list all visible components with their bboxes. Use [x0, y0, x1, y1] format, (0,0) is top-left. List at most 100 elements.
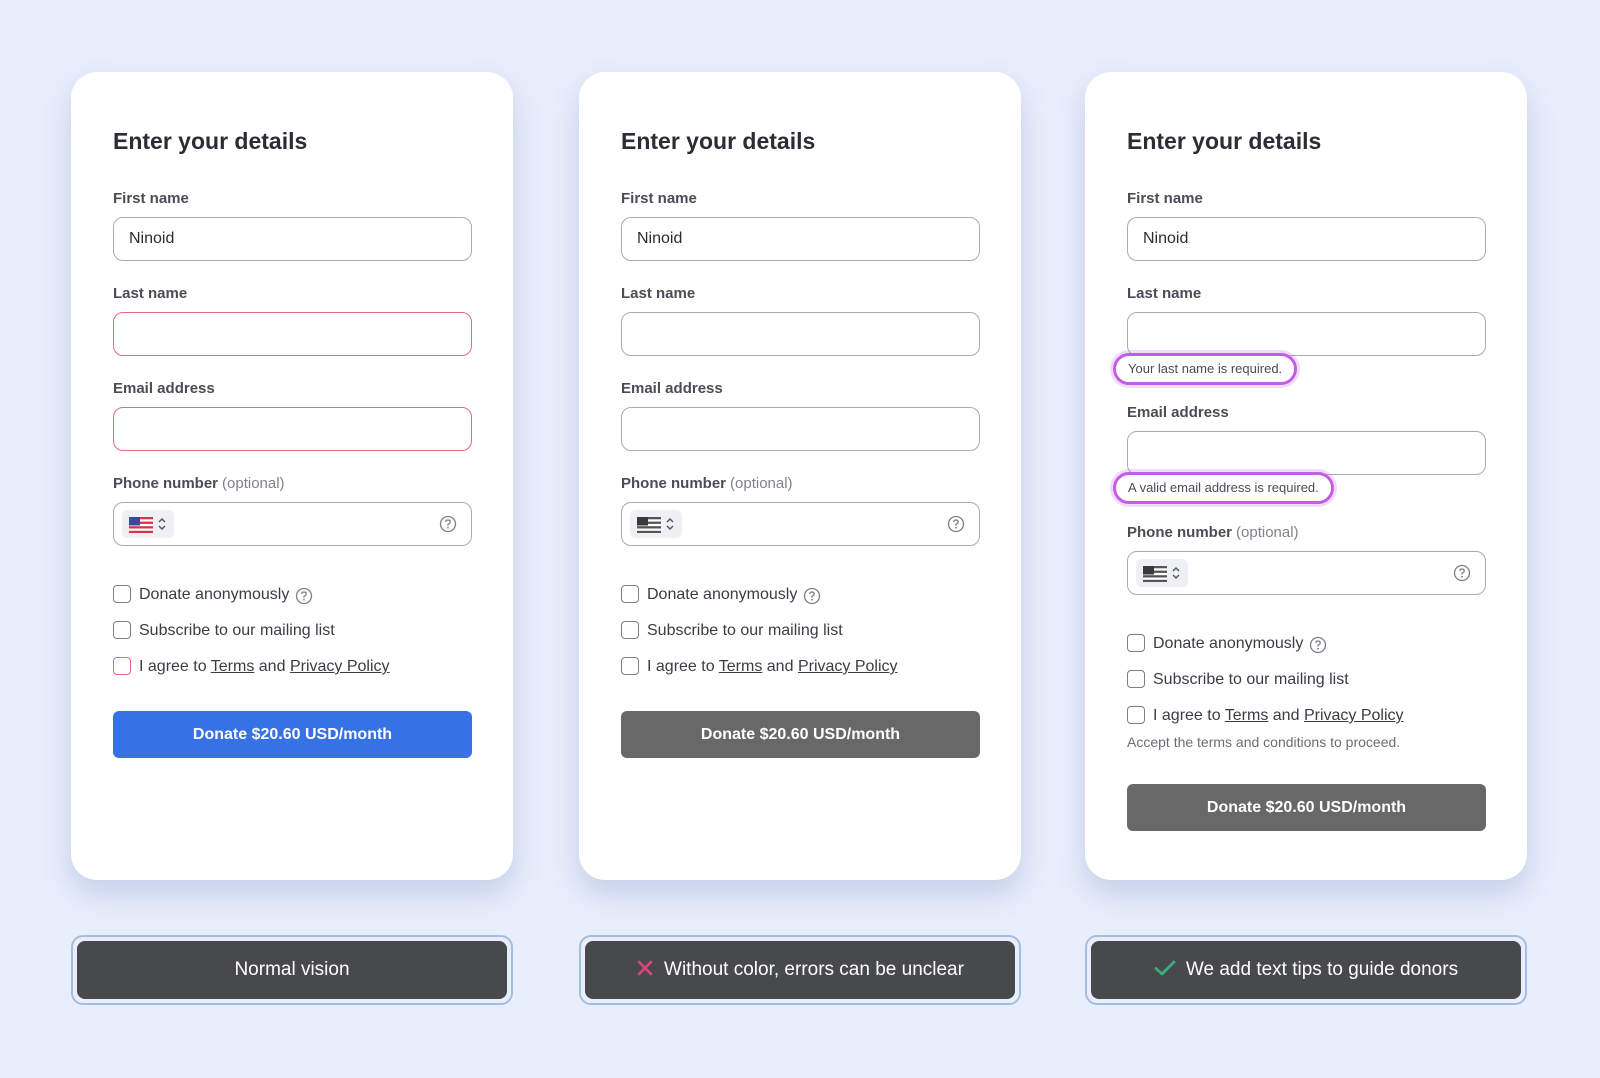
- agree-prefix: I agree to: [139, 658, 207, 675]
- subscribe-checkbox[interactable]: [113, 621, 131, 639]
- country-code-select[interactable]: [1136, 559, 1188, 587]
- agree-terms-label: I agree to Terms and Privacy Policy: [647, 656, 898, 678]
- privacy-policy-link[interactable]: Privacy Policy: [1304, 707, 1404, 724]
- form-title: Enter your details: [113, 128, 308, 154]
- help-icon[interactable]: [803, 587, 821, 605]
- email-label: Email address: [113, 380, 215, 397]
- us-flag-icon: [129, 517, 153, 533]
- form-title: Enter your details: [621, 128, 816, 154]
- terms-link[interactable]: Terms: [1225, 707, 1269, 724]
- phone-label: Phone number (optional): [1127, 524, 1299, 541]
- agree-terms-checkbox[interactable]: [1127, 706, 1145, 724]
- country-code-select[interactable]: [122, 510, 174, 538]
- first-name-value: Ninoid: [637, 230, 683, 247]
- agree-terms-checkbox[interactable]: [621, 657, 639, 675]
- last-name-input[interactable]: [1127, 312, 1486, 356]
- email-input[interactable]: [621, 407, 980, 451]
- donate-anonymously-label: Donate anonymously: [647, 586, 798, 603]
- cross-icon: [637, 960, 653, 976]
- country-code-select[interactable]: [630, 510, 682, 538]
- email-input[interactable]: [113, 407, 472, 451]
- caption-text: We add text tips to guide donors: [1185, 959, 1459, 980]
- first-name-label: First name: [1127, 190, 1203, 207]
- last-name-label: Last name: [621, 285, 696, 302]
- phone-input[interactable]: [1127, 551, 1486, 595]
- first-name-input[interactable]: Ninoid: [113, 217, 472, 261]
- last-name-input[interactable]: [621, 312, 980, 356]
- email-label: Email address: [621, 380, 723, 397]
- caption-without-color: Without color, errors can be unclear: [579, 935, 1021, 1005]
- phone-label: Phone number (optional): [113, 475, 285, 492]
- caption-label: Without color, errors can be unclear: [585, 941, 1015, 999]
- phone-optional-text: (optional): [222, 475, 285, 492]
- donate-anonymously-checkbox[interactable]: [1127, 634, 1145, 652]
- caption-text: Normal vision: [234, 959, 350, 980]
- donate-button[interactable]: Donate $20.60 USD/month: [113, 711, 472, 758]
- donation-form-card-grayscale: Enter your details First name Ninoid Las…: [579, 72, 1021, 880]
- phone-input[interactable]: [621, 502, 980, 546]
- help-icon[interactable]: [1453, 564, 1471, 582]
- email-error-message: A valid email address is required.: [1113, 472, 1334, 504]
- help-icon[interactable]: [295, 587, 313, 605]
- privacy-policy-link[interactable]: Privacy Policy: [290, 658, 390, 675]
- terms-hint: Accept the terms and conditions to proce…: [1127, 734, 1401, 750]
- first-name-input[interactable]: Ninoid: [621, 217, 980, 261]
- agree-terms-label: I agree to Terms and Privacy Policy: [139, 656, 390, 678]
- caption-text-tips: We add text tips to guide donors: [1085, 935, 1527, 1005]
- privacy-policy-link[interactable]: Privacy Policy: [798, 658, 898, 675]
- donate-anonymously-label: Donate anonymously: [1153, 635, 1304, 652]
- donation-form-card-normal: Enter your details First name Ninoid Las…: [71, 72, 513, 880]
- first-name-input[interactable]: Ninoid: [1127, 217, 1486, 261]
- agree-and: and: [258, 658, 286, 675]
- agree-and: and: [1272, 707, 1300, 724]
- phone-label-text: Phone number: [1127, 524, 1233, 541]
- donate-button[interactable]: Donate $20.60 USD/month: [621, 711, 980, 758]
- caption-text: Without color, errors can be unclear: [664, 959, 964, 980]
- subscribe-checkbox[interactable]: [1127, 670, 1145, 688]
- email-label: Email address: [1127, 404, 1229, 421]
- terms-link[interactable]: Terms: [719, 658, 763, 675]
- last-name-input[interactable]: [113, 312, 472, 356]
- donate-anonymously-label: Donate anonymously: [139, 586, 290, 603]
- agree-prefix: I agree to: [647, 658, 715, 675]
- phone-label-text: Phone number: [621, 475, 727, 492]
- caption-label: We add text tips to guide donors: [1091, 941, 1521, 999]
- last-name-label: Last name: [1127, 285, 1202, 302]
- phone-label-text: Phone number: [113, 475, 219, 492]
- terms-link[interactable]: Terms: [211, 658, 255, 675]
- last-name-label: Last name: [113, 285, 188, 302]
- chevron-up-down-icon: [158, 517, 166, 531]
- subscribe-label: Subscribe to our mailing list: [647, 622, 843, 639]
- help-icon[interactable]: [947, 515, 965, 533]
- agree-terms-label: I agree to Terms and Privacy Policy: [1153, 705, 1404, 727]
- first-name-label: First name: [621, 190, 697, 207]
- us-flag-grayscale-icon: [1143, 566, 1167, 582]
- help-icon[interactable]: [1309, 636, 1327, 654]
- donate-anonymously-checkbox[interactable]: [621, 585, 639, 603]
- first-name-value: Ninoid: [1143, 230, 1189, 247]
- caption-normal-vision: Normal vision: [71, 935, 513, 1005]
- subscribe-checkbox[interactable]: [621, 621, 639, 639]
- chevron-up-down-icon: [666, 517, 674, 531]
- caption-label: Normal vision: [77, 941, 507, 999]
- donate-button[interactable]: Donate $20.60 USD/month: [1127, 784, 1486, 831]
- donate-anonymously-checkbox[interactable]: [113, 585, 131, 603]
- first-name-label: First name: [113, 190, 189, 207]
- agree-prefix: I agree to: [1153, 707, 1221, 724]
- check-icon: [1154, 960, 1176, 976]
- agree-terms-checkbox[interactable]: [113, 657, 131, 675]
- phone-optional-text: (optional): [730, 475, 793, 492]
- chevron-up-down-icon: [1172, 566, 1180, 580]
- first-name-value: Ninoid: [129, 230, 175, 247]
- form-title: Enter your details: [1127, 128, 1322, 154]
- help-icon[interactable]: [439, 515, 457, 533]
- email-input[interactable]: [1127, 431, 1486, 475]
- last-name-error-message: Your last name is required.: [1113, 353, 1298, 385]
- phone-input[interactable]: [113, 502, 472, 546]
- us-flag-grayscale-icon: [637, 517, 661, 533]
- phone-optional-text: (optional): [1236, 524, 1299, 541]
- agree-and: and: [766, 658, 794, 675]
- subscribe-label: Subscribe to our mailing list: [139, 622, 335, 639]
- subscribe-label: Subscribe to our mailing list: [1153, 671, 1349, 688]
- phone-label: Phone number (optional): [621, 475, 793, 492]
